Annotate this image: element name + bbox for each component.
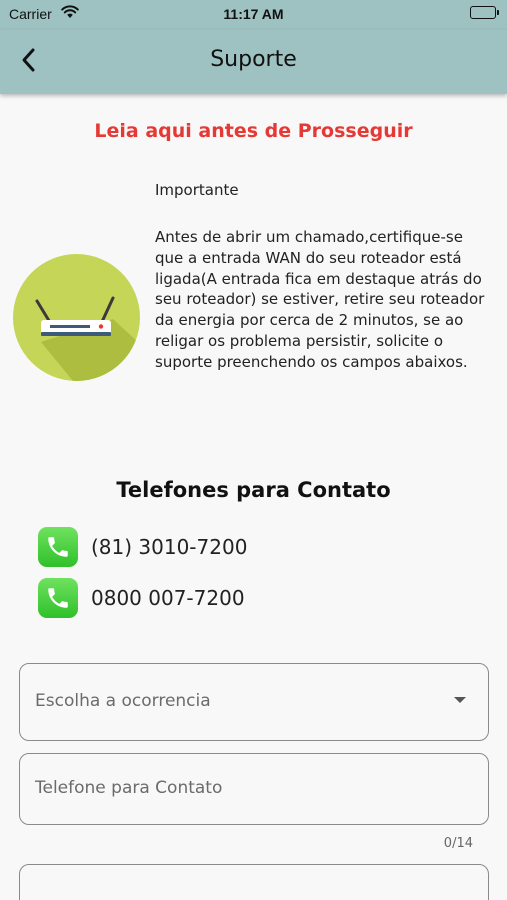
phone-contact[interactable]: (81) 3010-7200 [38,527,247,567]
occurrence-placeholder: Escolha a ocorrencia [35,691,211,711]
phone-number: 0800 007-7200 [91,586,245,610]
contacts-title: Telefones para Contato [116,478,391,502]
next-form-field[interactable] [19,864,489,900]
page-title: Suporte [210,47,297,72]
dropdown-arrow-icon [454,697,466,703]
warning-title: Leia aqui antes de Prosseguir [94,120,413,142]
character-counter: 0/14 [443,836,473,851]
battery-icon [470,6,499,19]
contact-phone-placeholder: Telefone para Contato [35,778,223,798]
contact-phone-field[interactable]: Telefone para Contato [19,753,489,825]
clock: 11:17 AM [223,6,284,22]
info-heading: Importante [155,181,239,199]
info-body: Antes de abrir um chamado,certifique-se … [155,228,485,371]
app-bar: Suporte [0,30,507,94]
status-bar: Carrier 11:17 AM [0,0,507,30]
phone-number: (81) 3010-7200 [91,535,248,559]
phone-icon [38,578,78,618]
phone-icon [38,527,78,567]
occurrence-dropdown[interactable]: Escolha a ocorrencia [19,663,489,741]
router-icon [13,254,140,381]
phone-contact[interactable]: 0800 007-7200 [38,578,245,618]
